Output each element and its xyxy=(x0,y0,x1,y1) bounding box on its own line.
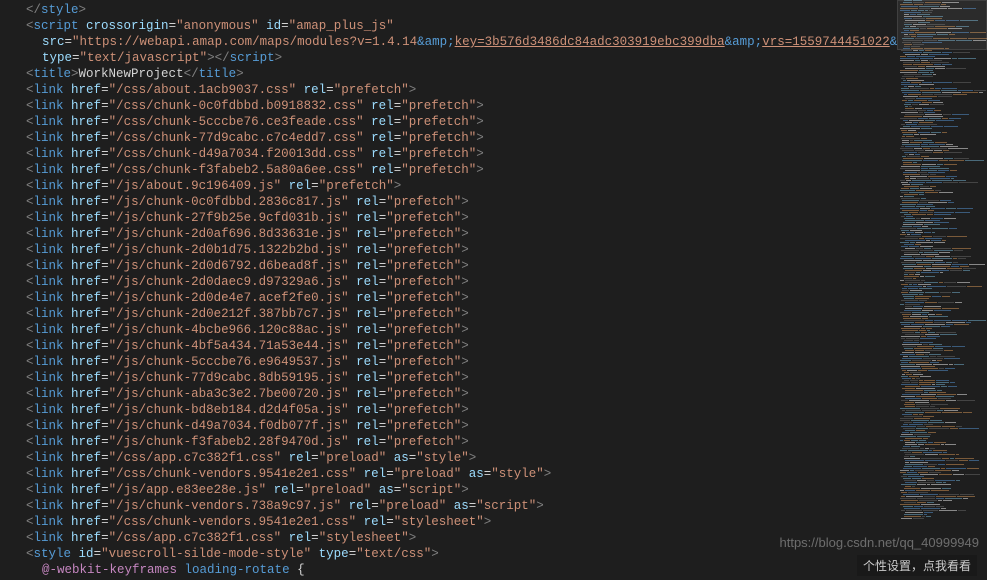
code-line: <link href="/css/app.c7c382f1.css" rel="… xyxy=(16,530,897,546)
code-line: <link href="/js/chunk-aba3c3e2.7be00720.… xyxy=(16,386,897,402)
code-line: <link href="/css/about.1acb9037.css" rel… xyxy=(16,82,897,98)
minimap-viewport[interactable] xyxy=(897,0,987,50)
code-line: <link href="/js/about.9c196409.js" rel="… xyxy=(16,178,897,194)
code-line: <link href="/css/chunk-d49a7034.f20013dd… xyxy=(16,146,897,162)
code-line: <link href="/css/chunk-77d9cabc.c7c4edd7… xyxy=(16,130,897,146)
code-line: <link href="/js/app.e83ee28e.js" rel="pr… xyxy=(16,482,897,498)
code-line: <link href="/css/chunk-vendors.9541e2e1.… xyxy=(16,466,897,482)
code-line: <title>WorkNewProject</title> xyxy=(16,66,897,82)
code-line: <link href="/js/chunk-bd8eb184.d2d4f05a.… xyxy=(16,402,897,418)
code-line: type="text/javascript"></script> xyxy=(16,50,897,66)
code-line: @-webkit-keyframes loading-rotate { xyxy=(16,562,897,578)
code-line: <link href="/js/chunk-2d0af696.8d33631e.… xyxy=(16,226,897,242)
code-line: <link href="/js/chunk-2d0de4e7.acef2fe0.… xyxy=(16,290,897,306)
code-line: </style> xyxy=(16,2,897,18)
code-area[interactable]: </style> <script crossorigin="anonymous"… xyxy=(0,0,897,580)
code-line: <link href="/css/chunk-0c0fdbbd.b0918832… xyxy=(16,98,897,114)
code-line: <link href="/js/chunk-5cccbe76.e9649537.… xyxy=(16,354,897,370)
code-line: <link href="/js/chunk-2d0b1d75.1322b2bd.… xyxy=(16,242,897,258)
code-line: <link href="/js/chunk-27f9b25e.9cfd031b.… xyxy=(16,210,897,226)
code-line: <link href="/css/chunk-f3fabeb2.5a80a6ee… xyxy=(16,162,897,178)
minimap[interactable] xyxy=(897,0,987,580)
code-line: src="https://webapi.amap.com/maps/module… xyxy=(16,34,897,50)
code-line: <script crossorigin="anonymous" id="amap… xyxy=(16,18,897,34)
code-line: <link href="/js/chunk-0c0fdbbd.2836c817.… xyxy=(16,194,897,210)
code-line: <link href="/js/chunk-d49a7034.f0db077f.… xyxy=(16,418,897,434)
code-line: <link href="/js/chunk-77d9cabc.8db59195.… xyxy=(16,370,897,386)
code-line: <link href="/js/chunk-4bf5a434.71a53e44.… xyxy=(16,338,897,354)
code-line: <link href="/js/chunk-2d0d6792.d6bead8f.… xyxy=(16,258,897,274)
editor-container: </style> <script crossorigin="anonymous"… xyxy=(0,0,987,580)
code-line: <link href="/js/chunk-f3fabeb2.28f9470d.… xyxy=(16,434,897,450)
code-line: <link href="/css/chunk-vendors.9541e2e1.… xyxy=(16,514,897,530)
code-line: <link href="/js/chunk-2d0e212f.387bb7c7.… xyxy=(16,306,897,322)
code-line: <link href="/css/chunk-5cccbe76.ce3feade… xyxy=(16,114,897,130)
code-line: <style id="vuescroll-silde-mode-style" t… xyxy=(16,546,897,562)
code-line: <link href="/js/chunk-2d0daec9.d97329a6.… xyxy=(16,274,897,290)
code-line: <link href="/css/app.c7c382f1.css" rel="… xyxy=(16,450,897,466)
code-line: <link href="/js/chunk-4bcbe966.120c88ac.… xyxy=(16,322,897,338)
bottom-settings-prompt[interactable]: 个性设置，点我看看 xyxy=(857,555,977,576)
code-line: <link href="/js/chunk-vendors.738a9c97.j… xyxy=(16,498,897,514)
